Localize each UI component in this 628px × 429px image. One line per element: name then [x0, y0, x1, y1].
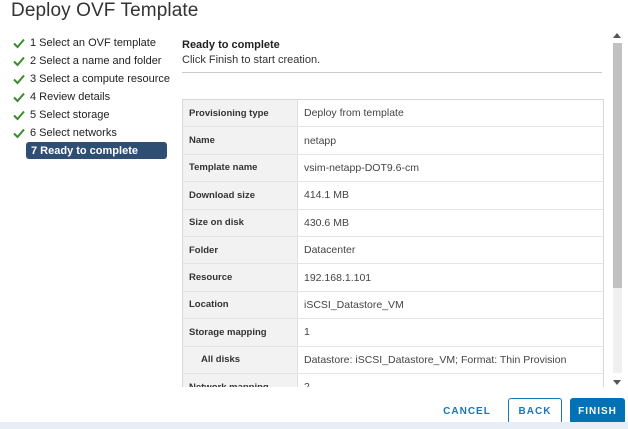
page-heading: Ready to complete	[182, 39, 280, 51]
step-label: 4 Review details	[30, 91, 111, 103]
back-button[interactable]: BACK	[508, 398, 562, 424]
row-key: Network mapping	[183, 373, 298, 387]
step-3[interactable]: 3 Select a compute resource	[12, 70, 172, 88]
cancel-button[interactable]: CANCEL	[438, 398, 496, 424]
row-value: iSCSI_Datastore_VM	[304, 298, 404, 311]
table-row: Resource 192.168.1.101	[183, 264, 603, 292]
scroll-up-arrow-icon[interactable]	[613, 33, 621, 38]
step-2[interactable]: 2 Select a name and folder	[12, 52, 172, 70]
step-7-active[interactable]: 7 Ready to complete	[26, 142, 167, 159]
row-value: Datastore: iSCSI_Datastore_VM; Format: T…	[304, 353, 567, 366]
page-subheading: Click Finish to start creation.	[182, 54, 321, 66]
row-key: Size on disk	[183, 209, 298, 236]
checkmark-icon	[13, 128, 25, 139]
table-row: Folder Datacenter	[183, 236, 603, 265]
table-row: Template name vsim-netapp-DOT9.6-cm	[183, 154, 603, 183]
row-key: Provisioning type	[183, 100, 298, 127]
checkmark-icon	[13, 92, 25, 103]
checkmark-icon	[13, 56, 25, 67]
row-value: 1	[304, 326, 310, 339]
taskbar-strip	[0, 422, 628, 429]
row-value: 192.168.1.101	[304, 271, 372, 284]
finish-button[interactable]: FINISH	[570, 398, 625, 424]
row-key: Template name	[183, 154, 298, 182]
step-6[interactable]: 6 Select networks	[12, 124, 172, 142]
scroll-thumb[interactable]	[613, 43, 622, 288]
vertical-scrollbar[interactable]	[611, 33, 624, 385]
row-key: Folder	[183, 236, 298, 264]
table-row: Provisioning type Deploy from template	[183, 100, 603, 128]
checkmark-icon	[13, 110, 25, 121]
row-value: Deploy from template	[304, 107, 404, 120]
row-value: vsim-netapp-DOT9.6-cm	[304, 161, 419, 174]
row-key: Name	[183, 127, 298, 154]
table-row: Storage mapping 1	[183, 319, 603, 347]
row-key: All disks	[183, 346, 298, 373]
row-value: netapp	[304, 134, 337, 147]
checkmark-icon	[13, 74, 25, 85]
step-label: 2 Select a name and folder	[30, 55, 162, 67]
main-content: Ready to complete Click Finish to start …	[182, 34, 602, 66]
scroll-down-arrow-icon[interactable]	[613, 380, 621, 385]
row-value: 414.1 MB	[304, 189, 349, 202]
step-label: 6 Select networks	[30, 127, 117, 139]
step-label: 1 Select an OVF template	[30, 37, 156, 49]
summary-table: Provisioning type Deploy from template N…	[182, 99, 604, 387]
table-row: Network mapping 2	[183, 373, 603, 387]
table-row: Location iSCSI_Datastore_VM	[183, 291, 603, 320]
table-row: Size on disk 430.6 MB	[183, 209, 603, 237]
step-label: 3 Select a compute resource	[30, 73, 171, 85]
divider	[182, 72, 602, 73]
checkmark-icon	[13, 38, 25, 49]
table-row: Name netapp	[183, 127, 603, 155]
step-label: 5 Select storage	[30, 109, 110, 121]
step-4[interactable]: 4 Review details	[12, 88, 172, 106]
row-key: Download size	[183, 182, 298, 209]
table-row: Download size 414.1 MB	[183, 182, 603, 210]
row-value: Datacenter	[304, 244, 356, 257]
dialog-title: Deploy OVF Template	[11, 0, 199, 21]
step-label: 7 Ready to complete	[31, 144, 138, 157]
table-row: All disks Datastore: iSCSI_Datastore_VM;…	[183, 346, 603, 374]
row-value: 2	[298, 374, 603, 387]
step-1[interactable]: 1 Select an OVF template	[12, 34, 172, 52]
wizard-steps: 1 Select an OVF template 2 Select a name…	[12, 34, 172, 159]
row-value: 430.6 MB	[304, 216, 349, 229]
row-key: Location	[183, 291, 298, 319]
step-5[interactable]: 5 Select storage	[12, 106, 172, 124]
row-key: Resource	[183, 264, 298, 291]
row-key: Storage mapping	[183, 319, 298, 346]
